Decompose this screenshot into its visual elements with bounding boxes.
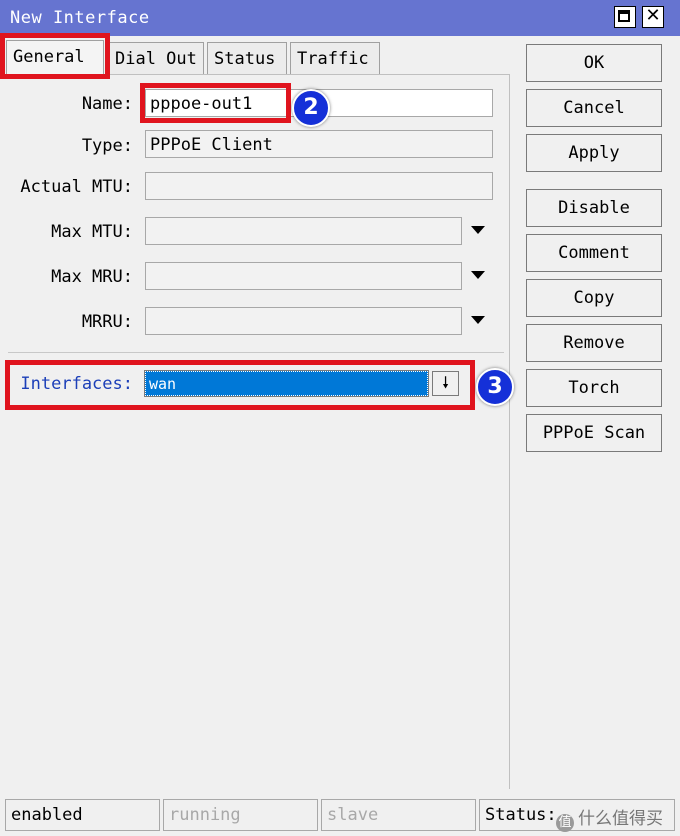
name-label: Name: bbox=[81, 94, 133, 114]
highlight-box-general-tab bbox=[0, 33, 110, 79]
title-bar[interactable]: New Interface ✕ bbox=[0, 0, 680, 36]
section-divider bbox=[8, 352, 504, 353]
pppoe-scan-button[interactable]: PPPoE Scan bbox=[526, 414, 662, 452]
copy-button[interactable]: Copy bbox=[526, 279, 662, 317]
status-slave: slave bbox=[321, 799, 476, 831]
status-label: Status: bbox=[485, 805, 557, 825]
tab-traffic[interactable]: Traffic bbox=[290, 42, 380, 74]
actual-mtu-label: Actual MTU: bbox=[20, 177, 133, 197]
mrru-dropdown-icon[interactable] bbox=[471, 316, 485, 324]
watermark: 值什么值得买 bbox=[556, 804, 663, 832]
max-mtu-label: Max MTU: bbox=[51, 222, 133, 242]
close-button[interactable]: ✕ bbox=[642, 6, 664, 28]
highlight-box-interfaces bbox=[5, 360, 475, 410]
mrru-field[interactable] bbox=[145, 307, 462, 335]
close-icon: ✕ bbox=[645, 5, 661, 26]
max-mtu-dropdown-icon[interactable] bbox=[471, 226, 485, 234]
max-mru-dropdown-icon[interactable] bbox=[471, 271, 485, 279]
tab-dial-out[interactable]: Dial Out bbox=[108, 42, 204, 74]
actual-mtu-field bbox=[145, 172, 493, 200]
max-mru-field[interactable] bbox=[145, 262, 462, 290]
mrru-label: MRRU: bbox=[81, 312, 133, 332]
watermark-logo-icon: 值 bbox=[556, 814, 574, 832]
watermark-text: 什么值得买 bbox=[578, 809, 663, 829]
type-field: PPPoE Client bbox=[145, 130, 493, 158]
apply-button[interactable]: Apply bbox=[526, 134, 662, 172]
ok-button[interactable]: OK bbox=[526, 44, 662, 82]
status-running: running bbox=[163, 799, 318, 831]
maximize-button[interactable] bbox=[614, 6, 636, 28]
window-title: New Interface bbox=[10, 8, 150, 28]
max-mru-label: Max MRU: bbox=[51, 267, 133, 287]
tab-status[interactable]: Status bbox=[207, 42, 287, 74]
disable-button[interactable]: Disable bbox=[526, 189, 662, 227]
highlight-box-name bbox=[140, 83, 291, 123]
maximize-icon bbox=[618, 10, 630, 22]
step-badge-3: 3 bbox=[476, 368, 514, 406]
status-enabled: enabled bbox=[5, 799, 160, 831]
type-label: Type: bbox=[81, 136, 133, 156]
step-badge-2: 2 bbox=[292, 89, 330, 127]
comment-button[interactable]: Comment bbox=[526, 234, 662, 272]
torch-button[interactable]: Torch bbox=[526, 369, 662, 407]
tab-panel-border-right bbox=[509, 74, 510, 789]
cancel-button[interactable]: Cancel bbox=[526, 89, 662, 127]
max-mtu-field[interactable] bbox=[145, 217, 462, 245]
remove-button[interactable]: Remove bbox=[526, 324, 662, 362]
